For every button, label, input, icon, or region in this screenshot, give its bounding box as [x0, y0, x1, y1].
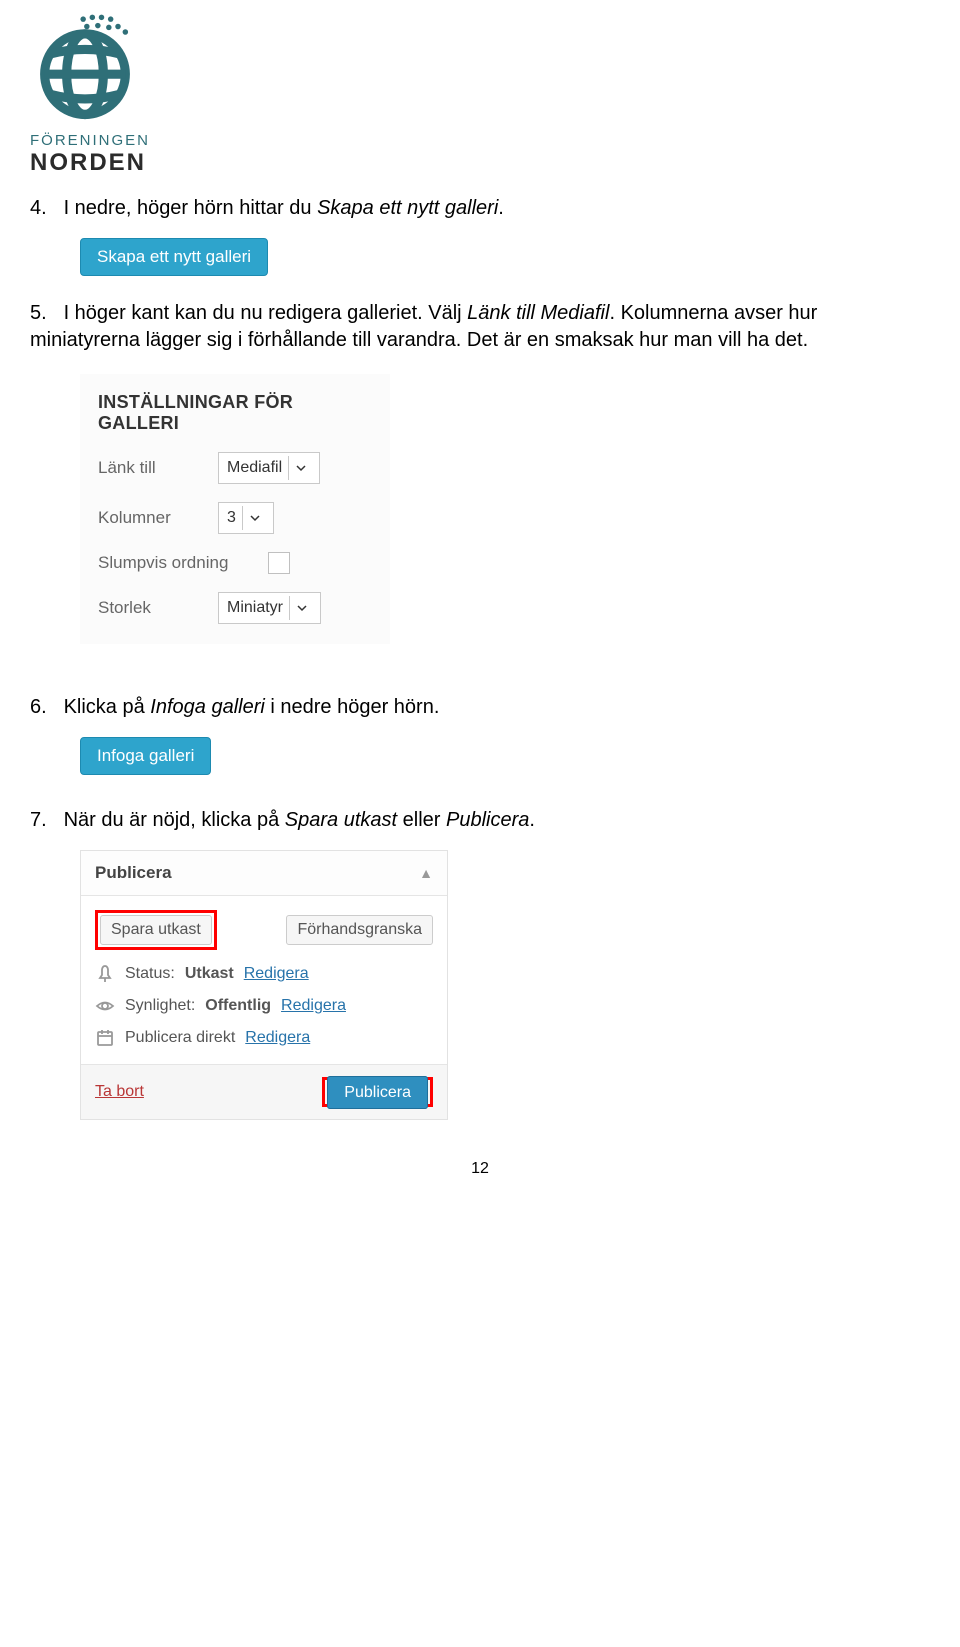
schedule-value: Publicera direkt — [125, 1029, 235, 1047]
delete-link[interactable]: Ta bort — [95, 1083, 144, 1101]
step-5-t1: I höger kant kan du nu redigera gallerie… — [64, 302, 468, 324]
insert-gallery-button[interactable]: Infoga galleri — [80, 737, 211, 775]
highlight-save-draft: Spara utkast — [95, 910, 217, 950]
link-to-value: Mediafil — [227, 459, 282, 477]
publish-header: Publicera ▲ — [81, 851, 447, 896]
save-draft-button[interactable]: Spara utkast — [100, 915, 212, 945]
row-size: Storlek Miniatyr — [98, 592, 372, 624]
row-random: Slumpvis ordning — [98, 552, 372, 574]
row-columns: Kolumner 3 — [98, 502, 372, 534]
columns-value: 3 — [227, 509, 236, 527]
step-7: 7. När du är nöjd, klicka på Spara utkas… — [30, 807, 930, 834]
visibility-value: Offentlig — [205, 997, 271, 1015]
step-4-num: 4. — [30, 195, 58, 222]
visibility-row: Synlighet: Offentlig Redigera — [95, 996, 433, 1016]
collapse-icon[interactable]: ▲ — [419, 865, 433, 881]
logo-line1: FÖRENINGEN — [30, 132, 930, 149]
schedule-row: Publicera direkt Redigera — [95, 1028, 433, 1048]
page-number: 12 — [30, 1160, 930, 1178]
size-value: Miniatyr — [227, 599, 283, 617]
step-7-i2: Publicera — [446, 809, 529, 831]
random-label: Slumpvis ordning — [98, 553, 268, 573]
step-5-num: 5. — [30, 300, 58, 327]
step-7-num: 7. — [30, 807, 58, 834]
step-4-text1: I nedre, höger hörn hittar du — [64, 197, 318, 219]
step-5-i1: Länk till Mediafil — [467, 302, 609, 324]
columns-select[interactable]: 3 — [218, 502, 274, 534]
calendar-icon — [95, 1028, 115, 1048]
step-6-t2: i nedre höger hörn. — [265, 696, 440, 718]
random-checkbox[interactable] — [268, 552, 290, 574]
schedule-edit-link[interactable]: Redigera — [245, 1029, 310, 1047]
highlight-publish: Publicera — [322, 1077, 433, 1107]
create-gallery-button[interactable]: Skapa ett nytt galleri — [80, 238, 268, 276]
step-6-num: 6. — [30, 694, 58, 721]
publish-title: Publicera — [95, 863, 172, 883]
link-to-label: Länk till — [98, 458, 218, 478]
status-edit-link[interactable]: Redigera — [244, 965, 309, 983]
preview-button[interactable]: Förhandsgranska — [286, 915, 433, 945]
columns-label: Kolumner — [98, 508, 218, 528]
settings-title: INSTÄLLNINGAR FÖR GALLERI — [98, 392, 372, 434]
publish-button[interactable]: Publicera — [327, 1076, 428, 1109]
eye-icon — [95, 996, 115, 1016]
step-4-text2: . — [498, 197, 504, 219]
status-value: Utkast — [185, 965, 234, 983]
step-4: 4. I nedre, höger hörn hittar du Skapa e… — [30, 195, 930, 222]
step-4-italic: Skapa ett nytt galleri — [317, 197, 498, 219]
status-row: Status: Utkast Redigera — [95, 964, 433, 984]
chevron-down-icon — [242, 506, 267, 530]
status-label: Status: — [125, 965, 175, 983]
publish-panel: Publicera ▲ Spara utkast Förhandsgranska… — [80, 850, 448, 1120]
visibility-label: Synlighet: — [125, 997, 195, 1015]
step-7-mid: eller — [397, 809, 446, 831]
step-7-t2: . — [529, 809, 535, 831]
pin-icon — [95, 964, 115, 984]
gallery-settings-panel: INSTÄLLNINGAR FÖR GALLERI Länk till Medi… — [80, 374, 390, 644]
row-link-to: Länk till Mediafil — [98, 452, 372, 484]
link-to-select[interactable]: Mediafil — [218, 452, 320, 484]
publish-row-top: Spara utkast Förhandsgranska — [95, 910, 433, 950]
step-7-i1: Spara utkast — [285, 809, 397, 831]
chevron-down-icon — [289, 596, 314, 620]
publish-footer: Ta bort Publicera — [81, 1064, 447, 1119]
step-6-i1: Infoga galleri — [150, 696, 265, 718]
step-6-t1: Klicka på — [64, 696, 151, 718]
size-label: Storlek — [98, 598, 218, 618]
step-7-t1: När du är nöjd, klicka på — [64, 809, 285, 831]
logo-header: FÖRENINGEN NORDEN — [30, 10, 930, 177]
logo-line2: NORDEN — [30, 149, 930, 177]
step-5: 5. I höger kant kan du nu redigera galle… — [30, 300, 930, 354]
visibility-edit-link[interactable]: Redigera — [281, 997, 346, 1015]
globe-icon — [30, 10, 140, 120]
step-6: 6. Klicka på Infoga galleri i nedre höge… — [30, 694, 930, 721]
chevron-down-icon — [288, 456, 313, 480]
size-select[interactable]: Miniatyr — [218, 592, 321, 624]
